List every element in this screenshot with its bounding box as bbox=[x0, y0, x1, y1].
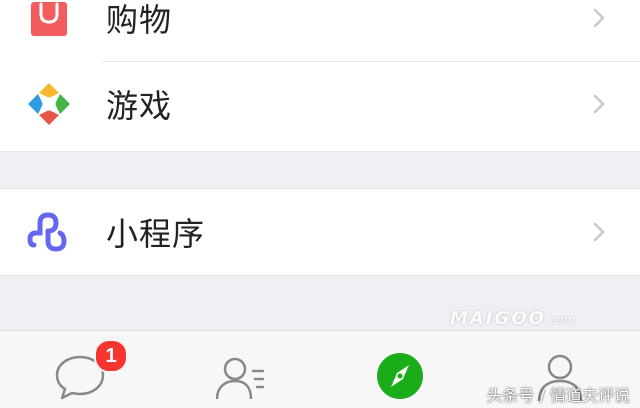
chevron-right-icon bbox=[593, 94, 605, 114]
toutiao-watermark: 头条号 / 情道夫评说 bbox=[486, 386, 630, 405]
tab-contacts[interactable] bbox=[160, 331, 320, 408]
discover-item-label: 购物 bbox=[106, 1, 173, 39]
discover-item-shopping[interactable]: 购物 bbox=[0, 0, 640, 61]
wechat-discover-screen: 购物 游戏 小程序 MAIGOO.com 1 头条号 / 情道夫评说 bbox=[0, 0, 640, 408]
discover-group-shopping-games: 购物 游戏 bbox=[0, 0, 640, 152]
discover-item-games[interactable]: 游戏 bbox=[0, 61, 640, 147]
discover-group-mini-programs: 小程序 bbox=[0, 188, 640, 276]
tab-discover[interactable] bbox=[320, 331, 480, 408]
discover-item-label: 游戏 bbox=[106, 87, 173, 125]
watermark-logo-text: MAIGOO bbox=[450, 308, 546, 329]
discover-item-mini-programs[interactable]: 小程序 bbox=[0, 189, 640, 275]
chevron-right-icon bbox=[593, 222, 605, 242]
discover-item-label: 小程序 bbox=[106, 215, 206, 253]
compass-icon bbox=[377, 353, 423, 399]
tab-chats[interactable]: 1 bbox=[0, 331, 160, 408]
game-diamond-icon bbox=[26, 81, 72, 127]
maigoo-watermark: MAIGOO.com bbox=[450, 308, 575, 329]
watermark-logo-suffix: .com bbox=[545, 313, 576, 327]
mini-program-icon bbox=[26, 209, 72, 255]
unread-badge: 1 bbox=[94, 339, 128, 373]
shopping-bag-icon bbox=[26, 0, 72, 41]
contacts-icon bbox=[215, 357, 265, 400]
chevron-right-icon bbox=[593, 8, 605, 28]
